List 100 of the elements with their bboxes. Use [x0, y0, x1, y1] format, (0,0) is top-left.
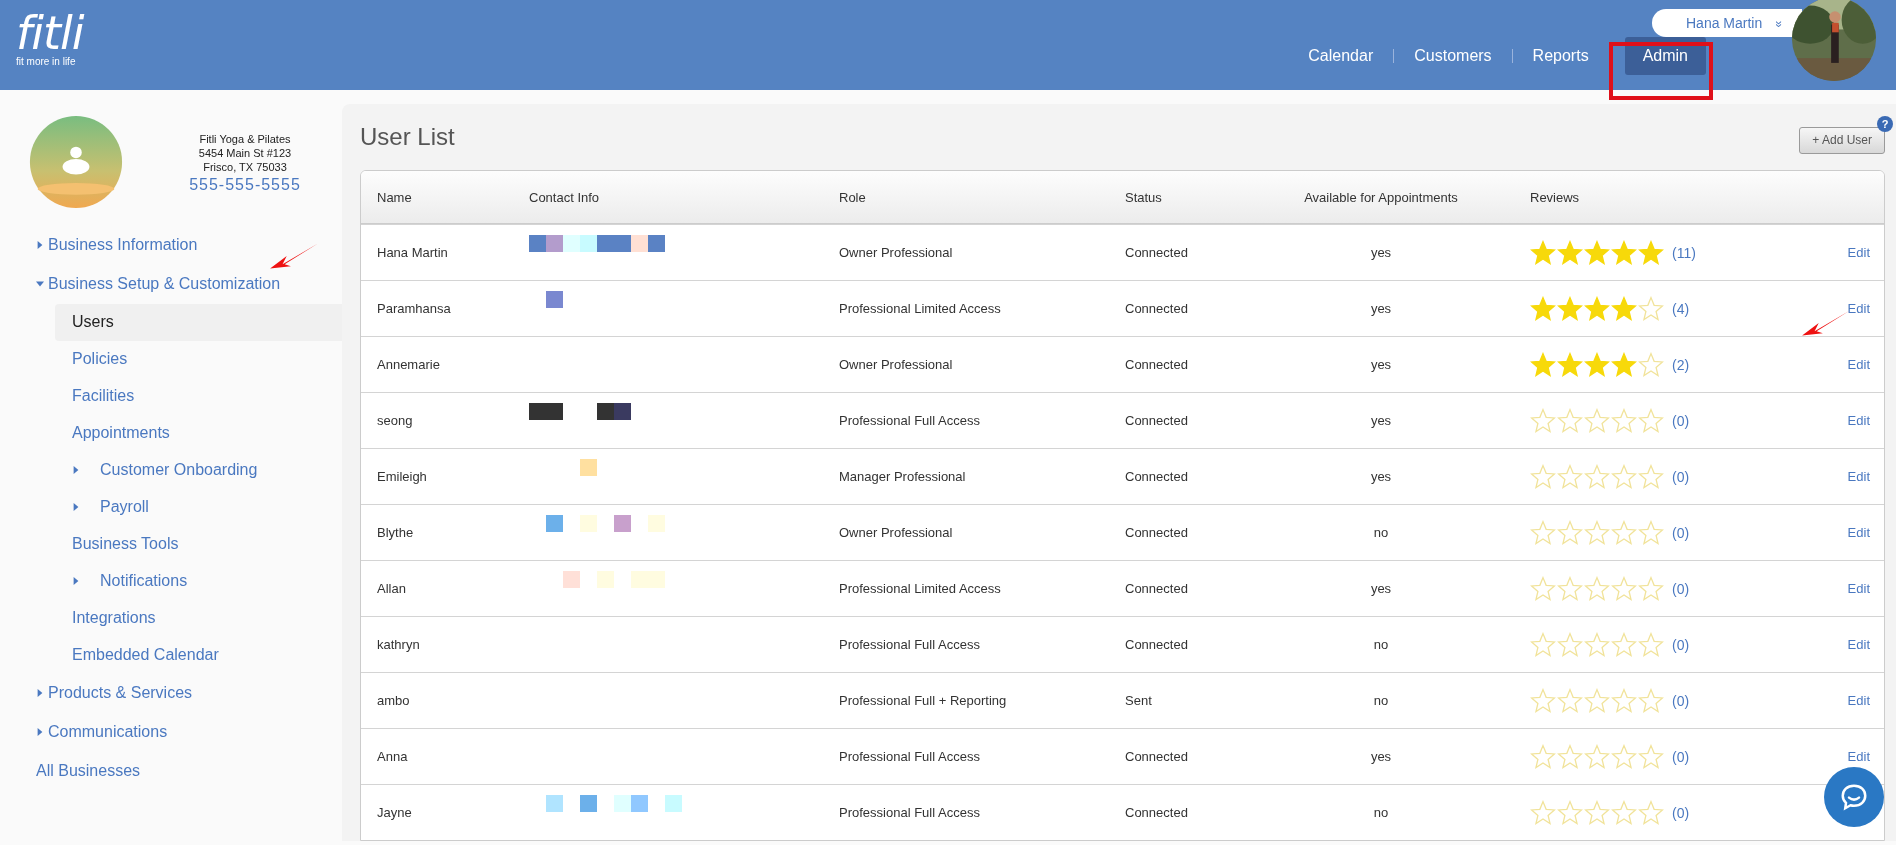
- sidebar-item[interactable]: Embedded Calendar: [55, 637, 342, 674]
- edit-link[interactable]: Edit: [1847, 637, 1870, 652]
- star-icon: [1530, 799, 1556, 826]
- sidebar-item[interactable]: Notifications: [55, 563, 342, 600]
- star-icon: [1530, 239, 1556, 266]
- table-cell-text: Owner Professional: [839, 525, 954, 540]
- star-icon: [1557, 519, 1583, 546]
- table-cell-text: Professional Full + Reporting: [839, 693, 1008, 708]
- help-button[interactable]: ?: [1877, 116, 1893, 132]
- review-count: (0): [1672, 580, 1690, 597]
- table-cell-text: Professional Full Access: [839, 749, 981, 764]
- table-cell-text: no: [1372, 637, 1390, 652]
- table-cell-text: Connected: [1125, 805, 1189, 820]
- sidebar-item[interactable]: Appointments: [55, 415, 342, 452]
- sidebar-item[interactable]: Customer Onboarding: [55, 452, 342, 489]
- nav-tab[interactable]: Reports: [1512, 37, 1609, 75]
- user-menu[interactable]: Hana Martin »: [1652, 9, 1802, 37]
- sidebar-item[interactable]: Business Tools: [55, 526, 342, 563]
- edit-link[interactable]: Edit: [1847, 749, 1870, 764]
- star-icon: [1611, 295, 1637, 322]
- table-cell-text: Emileigh: [376, 469, 428, 484]
- table-cell-text: seong: [376, 413, 414, 428]
- table-cell-text: Allan: [376, 581, 407, 596]
- caret-icon: [36, 240, 44, 250]
- sidebar-item[interactable]: Communications: [0, 713, 168, 752]
- star-icon: [1611, 743, 1637, 770]
- edit-link[interactable]: Edit: [1847, 357, 1870, 372]
- review-count: (2): [1672, 356, 1690, 373]
- edit-link[interactable]: Edit: [1847, 581, 1870, 596]
- table-cell-text: yes: [1369, 749, 1393, 764]
- star-icon: [1638, 519, 1664, 546]
- column-header: Contact Info: [529, 188, 601, 207]
- sidebar-item[interactable]: Business Information: [0, 226, 198, 265]
- edit-link[interactable]: Edit: [1847, 693, 1870, 708]
- table-cell-text: yes: [1369, 413, 1393, 428]
- sidebar-item[interactable]: All Businesses: [0, 752, 141, 791]
- star-icon: [1638, 631, 1664, 658]
- edit-link[interactable]: Edit: [1847, 525, 1870, 540]
- edit-link[interactable]: Edit: [1847, 245, 1870, 260]
- star-icon: [1638, 687, 1664, 714]
- star-icon: [1530, 575, 1556, 602]
- table-cell-text: Professional Limited Access: [839, 581, 1002, 596]
- star-icon: [1557, 295, 1583, 322]
- star-icon: [1584, 575, 1610, 602]
- star-icon: [1557, 631, 1583, 658]
- star-icon: [1557, 687, 1583, 714]
- sidebar-item[interactable]: Policies: [55, 341, 342, 378]
- star-icon: [1530, 295, 1556, 322]
- star-icon: [1611, 519, 1637, 546]
- edit-link[interactable]: Edit: [1847, 413, 1870, 428]
- star-icon: [1584, 407, 1610, 434]
- sidebar-item[interactable]: Payroll: [55, 489, 342, 526]
- table-cell-text: Jayne: [376, 805, 413, 820]
- nav-tab[interactable]: Customers: [1394, 37, 1512, 75]
- star-icon: [1638, 575, 1664, 602]
- star-icon: [1557, 351, 1583, 378]
- table-cell-text: Hana Martin: [376, 245, 449, 260]
- add-user-button[interactable]: + Add User: [1799, 126, 1885, 154]
- redacted-contact: [546, 291, 563, 308]
- star-icon: [1611, 575, 1637, 602]
- sidebar-item[interactable]: Integrations: [55, 600, 342, 637]
- nav-tab[interactable]: Calendar: [1288, 37, 1394, 75]
- table-cell-text: Blythe: [376, 525, 415, 540]
- edit-link[interactable]: Edit: [1847, 301, 1870, 316]
- star-icon: [1584, 351, 1610, 378]
- star-icon: [1557, 463, 1583, 490]
- star-icon: [1638, 351, 1664, 378]
- star-icon: [1638, 407, 1664, 434]
- column-header: Name: [376, 189, 413, 205]
- star-icon: [1584, 463, 1610, 490]
- sidebar-item[interactable]: Products & Services: [0, 674, 193, 713]
- caret-icon: [36, 279, 44, 289]
- star-icon: [1557, 239, 1583, 266]
- star-icon: [1638, 743, 1664, 770]
- logo[interactable]: fitli: [16, 8, 84, 58]
- edit-link[interactable]: Edit: [1847, 469, 1870, 484]
- table-cell-text: Sent: [1125, 693, 1153, 708]
- table-cell-text: Connected: [1125, 525, 1189, 540]
- star-icon: [1638, 295, 1664, 322]
- table-cell-text: no: [1372, 525, 1390, 540]
- sidebar-item[interactable]: Users: [55, 304, 342, 341]
- star-icon: [1638, 239, 1664, 266]
- star-icon: [1584, 687, 1610, 714]
- table-cell-text: Connected: [1125, 469, 1189, 484]
- star-icon: [1584, 631, 1610, 658]
- star-icon: [1611, 239, 1637, 266]
- caret-icon: [72, 465, 80, 475]
- column-header: Reviews: [1529, 189, 1581, 205]
- business-address: 5454 Main St #123: [197, 146, 293, 160]
- table-cell-text: Connected: [1125, 357, 1189, 372]
- page-title: User List: [360, 123, 455, 151]
- sidebar-item[interactable]: Business Setup & Customization: [0, 265, 281, 304]
- star-icon: [1557, 799, 1583, 826]
- tagline: fit more in life: [16, 56, 77, 67]
- caret-icon: [36, 727, 44, 737]
- star-icon: [1557, 575, 1583, 602]
- table-cell-text: yes: [1369, 357, 1393, 372]
- sidebar-item[interactable]: Facilities: [55, 378, 342, 415]
- review-count: (4): [1672, 300, 1690, 317]
- star-icon: [1557, 743, 1583, 770]
